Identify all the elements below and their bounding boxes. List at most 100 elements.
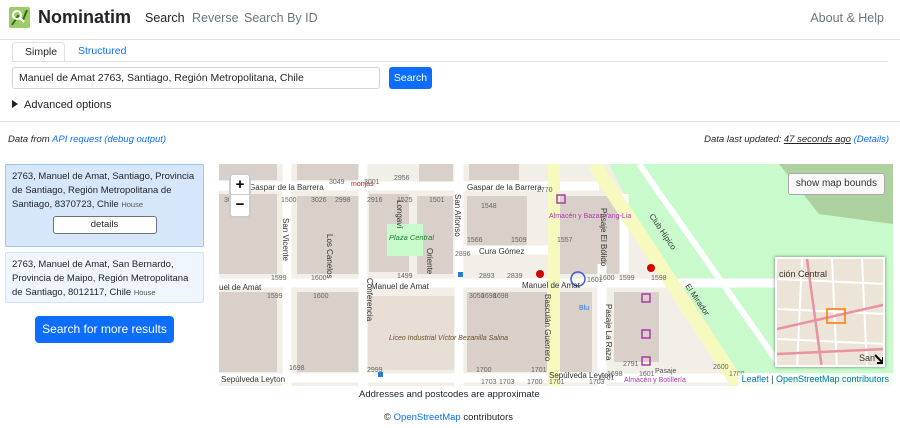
search-button[interactable]: Search — [389, 67, 432, 89]
nominatim-logo-icon[interactable] — [9, 7, 30, 28]
house-number: 1698 — [289, 365, 305, 372]
map-label: Almacén y Bazar Yang-Lia — [549, 213, 631, 220]
house-number: 1703 — [499, 379, 515, 386]
caret-right-icon — [12, 100, 18, 108]
details-link[interactable]: (Details) — [854, 134, 889, 145]
osm-contributors-link[interactable]: OpenStreetMap contributors — [776, 374, 889, 384]
house-number: 1500 — [281, 197, 297, 204]
result-item-2[interactable]: 2763, Manuel de Amat, San Bernardo, Prov… — [5, 252, 204, 303]
house-number: 3049 — [329, 179, 345, 186]
house-number: 2839 — [507, 273, 523, 280]
house-number: 1600 — [313, 293, 329, 300]
brand-title[interactable]: Nominatim — [38, 7, 131, 28]
house-number: 1601 — [587, 277, 603, 284]
house-number: 2893 — [479, 273, 495, 280]
map-label: San Vicente — [281, 218, 290, 262]
house-number: 2956 — [394, 175, 410, 182]
map-label: Manuel de Amat — [522, 281, 581, 290]
map-label: Los Canelos — [325, 234, 334, 278]
house-number: 1701 — [531, 367, 547, 374]
last-updated-label: Data last updated: — [704, 134, 782, 145]
leaflet-link[interactable]: Leaflet — [742, 374, 769, 384]
tab-divider — [12, 61, 888, 62]
house-number: 1599 — [619, 275, 635, 282]
nav-reverse[interactable]: Reverse — [192, 11, 239, 25]
house-number: 2600 — [713, 364, 729, 371]
map-label: Liceo Industrial Víctor Bezanilla Salina — [389, 335, 508, 342]
map-attribution: Leaflet | OpenStreetMap contributors — [737, 373, 893, 386]
map-label: uel de Amat — [219, 283, 262, 292]
zoom-out-button[interactable]: − — [231, 195, 249, 215]
zoom-in-button[interactable]: + — [231, 175, 249, 195]
section-divider — [0, 121, 900, 122]
house-number: 1499 — [397, 273, 413, 280]
last-updated-value: 47 seconds ago — [783, 134, 851, 145]
nav-search-by-id[interactable]: Search By ID — [244, 11, 318, 25]
map-label: Plaza Central — [389, 233, 434, 242]
map-label: Longaví — [395, 200, 404, 229]
house-number: 1501 — [429, 197, 445, 204]
liceo-area — [367, 296, 457, 370]
house-number: 1598 — [651, 275, 667, 282]
attribution-separator: | — [768, 374, 776, 384]
map-label: Manuel de Amat — [371, 282, 430, 291]
nav-about-help[interactable]: About & Help — [810, 11, 884, 25]
map-label: Almacén y Botillería — [624, 377, 686, 384]
map-label: Sepúlveda Leyton — [221, 375, 285, 384]
search-input[interactable] — [12, 67, 380, 89]
house-number: 2998 — [335, 197, 351, 204]
result-item-1[interactable]: 2763, Manuel de Amat, Santiago, Provinci… — [5, 164, 204, 247]
show-map-bounds-button[interactable]: show map bounds — [787, 173, 885, 195]
tab-structured[interactable]: Structured — [66, 42, 138, 62]
result-type: House — [133, 288, 156, 297]
result-address: 2763, Manuel de Amat, Santiago, Provinci… — [12, 171, 195, 210]
data-from-label: Data from — [8, 134, 50, 145]
house-number: 1700 — [527, 379, 543, 386]
house-number: 2999 — [367, 367, 383, 374]
top-navbar: Nominatim Search Reverse Search By ID Ab… — [0, 0, 900, 40]
minimap-label: San — [859, 353, 875, 363]
map-label: Pasaje La Raza — [604, 304, 613, 361]
house-number: 1509 — [511, 237, 527, 244]
copyright-symbol: © — [384, 412, 391, 423]
house-number: 1701 — [549, 379, 565, 386]
map-label: Cura Gómez — [479, 247, 524, 256]
house-number: 1599 — [271, 275, 287, 282]
advanced-options-label: Advanced options — [24, 99, 112, 111]
search-more-results-button[interactable]: Search for more results — [35, 316, 174, 343]
house-number: 1601 — [639, 371, 655, 378]
house-number: 2916 — [367, 197, 383, 204]
debug-output-link[interactable]: (debug output) — [104, 134, 166, 145]
openstreetmap-link[interactable]: OpenStreetMap — [394, 412, 461, 423]
house-number: 3001 — [364, 179, 380, 186]
approximate-note: Addresses and postcodes are approximate — [359, 389, 540, 400]
map-label: Gaspar de la Barrera — [467, 183, 542, 192]
map-label: Pasaje — [655, 368, 677, 375]
nav-search[interactable]: Search — [145, 11, 185, 25]
house-number: 3026 — [311, 197, 327, 204]
house-number: 2896 — [455, 251, 471, 258]
map-label: Conferencia — [365, 278, 374, 322]
result-type: House — [121, 200, 144, 209]
advanced-options-toggle[interactable]: Advanced options — [12, 99, 111, 111]
map-label: Oriente — [425, 248, 434, 275]
data-source-line: Data from API request (debug output) — [8, 134, 166, 145]
minimap-canvas[interactable]: ción Central San — [777, 259, 885, 367]
map-view[interactable]: Gaspar de la Barrera Gaspar de la Barrer… — [219, 164, 893, 386]
result-address: 2763, Manuel de Amat, San Bernardo, Prov… — [12, 259, 189, 298]
details-button[interactable]: details — [52, 216, 157, 234]
map-label: Gaspar de la Barrera — [249, 183, 324, 192]
house-number: 2770 — [537, 187, 553, 194]
tab-simple[interactable]: Simple — [12, 42, 65, 62]
house-number: 1698 — [493, 293, 509, 300]
last-updated-line: Data last updated: 47 seconds ago (Detai… — [704, 134, 889, 145]
house-number: 1548 — [481, 203, 497, 210]
house-number: 1566 — [467, 237, 483, 244]
api-request-link[interactable]: API request — [52, 134, 102, 145]
map-label: Basculán Guerrero — [543, 294, 552, 362]
minimap[interactable]: ción Central San — [775, 257, 885, 367]
house-number: 1557 — [557, 237, 573, 244]
zoom-control: + − — [229, 173, 251, 218]
house-number: 1700 — [476, 367, 492, 374]
house-number: 1600 — [311, 275, 327, 282]
